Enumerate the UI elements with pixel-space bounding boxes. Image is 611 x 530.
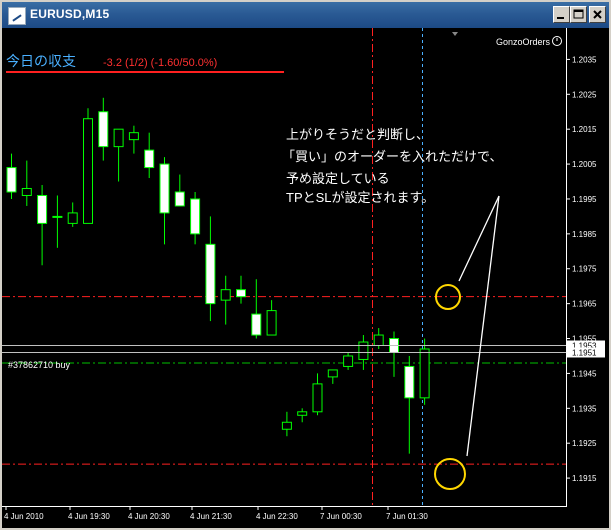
terminal-window: EURUSD,M15 1.2035 1.2025 1.2015 1.2005 1.199… xyxy=(0,0,611,530)
candle[interactable] xyxy=(251,279,262,339)
candle[interactable] xyxy=(21,160,32,206)
candle[interactable] xyxy=(419,338,430,405)
x-tick-label: 7 Jun 01:30 xyxy=(386,512,428,521)
candle-body-bearish xyxy=(144,149,155,169)
candle-body-bullish xyxy=(266,310,277,336)
chart-window-icon xyxy=(8,7,26,25)
candle[interactable] xyxy=(327,369,338,384)
callout-pointer-tp xyxy=(458,195,500,282)
x-tick-label: 4 Jun 19:30 xyxy=(68,512,110,521)
candle-body-bearish xyxy=(159,163,170,214)
y-tick-label: 1.2005 xyxy=(572,160,597,169)
candle[interactable] xyxy=(174,174,185,207)
x-tick-label: 4 Jun 20:30 xyxy=(128,512,170,521)
candle-body-bearish xyxy=(205,243,216,305)
candle-body-bearish xyxy=(98,111,109,148)
candle[interactable] xyxy=(144,132,155,179)
callout-pointer-sl xyxy=(466,195,500,457)
y-tick-label: 1.1975 xyxy=(572,265,597,274)
candle-body-bullish xyxy=(373,334,384,347)
candle-body-bullish xyxy=(419,348,430,399)
order-label[interactable]: #37862710 buy xyxy=(8,360,71,370)
candle[interactable] xyxy=(128,125,139,154)
window-title: EURUSD,M15 xyxy=(30,7,110,21)
candle[interactable] xyxy=(98,97,109,161)
candle-body-bullish xyxy=(220,289,231,301)
candle[interactable] xyxy=(205,216,216,322)
candle[interactable] xyxy=(312,373,323,416)
close-icon xyxy=(593,10,602,19)
indicator-label: GonzoOrders xyxy=(496,37,551,47)
y-tick-label: 1.1985 xyxy=(572,230,597,239)
candle-body-bullish xyxy=(67,212,78,224)
candle[interactable] xyxy=(6,153,17,199)
shift-marker-icon[interactable] xyxy=(452,32,458,36)
close-button[interactable] xyxy=(589,6,606,23)
pnl-label: 今日の収支 xyxy=(6,53,76,69)
candle-body-bearish xyxy=(6,167,17,193)
y-tick-label: 1.1915 xyxy=(572,474,597,483)
candle-body-bullish xyxy=(83,118,93,224)
x-tick-label: 4 Jun 22:30 xyxy=(256,512,298,521)
candle-body-bearish xyxy=(190,198,201,235)
current-price-label: 1.1951 xyxy=(572,348,597,357)
candle[interactable] xyxy=(389,331,399,377)
annotation-line-4: TPとSLが設定されます。 xyxy=(286,190,434,205)
candle-body-bullish xyxy=(327,369,338,378)
candle[interactable] xyxy=(52,195,63,248)
x-tick-label: 4 Jun 21:30 xyxy=(190,512,232,521)
y-tick-label: 1.1945 xyxy=(572,369,597,378)
candle[interactable] xyxy=(67,202,78,227)
minimize-icon xyxy=(557,17,564,19)
annotation-line-1: 上がりそうだと判断し、 xyxy=(286,127,429,142)
maximize-button[interactable] xyxy=(570,6,587,23)
candle[interactable] xyxy=(281,411,292,437)
annotation-line-3: 予め設定している xyxy=(286,171,390,186)
candle[interactable] xyxy=(297,408,308,423)
candle-body-bullish xyxy=(52,215,63,218)
y-tick-label: 1.2025 xyxy=(572,90,597,99)
candle[interactable] xyxy=(404,355,415,454)
candle[interactable] xyxy=(83,108,93,224)
candle-body-bullish xyxy=(312,383,323,413)
candle[interactable] xyxy=(220,275,231,325)
title-bar[interactable]: EURUSD,M15 xyxy=(2,2,609,28)
maximize-icon xyxy=(573,9,584,19)
pnl-value: -3.2 (1/2) (-1.60/50.0%) xyxy=(103,57,217,69)
candle-body-bullish xyxy=(358,341,369,360)
annotation-callout: 上がりそうだと判断し、 「買い」のオーダーを入れただけで、 予め設定している T… xyxy=(282,127,502,490)
candle-body-bearish xyxy=(174,191,185,207)
candle-body-bullish xyxy=(128,132,139,141)
candle[interactable] xyxy=(190,191,201,245)
candle-body-bullish xyxy=(281,421,292,430)
y-tick-label: 1.1935 xyxy=(572,404,597,413)
candle[interactable] xyxy=(37,185,48,266)
candle[interactable] xyxy=(236,275,246,304)
annotation-line-2: 「買い」のオーダーを入れただけで、 xyxy=(282,149,502,164)
candle[interactable] xyxy=(266,300,277,336)
y-tick-label: 1.1925 xyxy=(572,439,597,448)
chart-area[interactable]: 1.2035 1.2025 1.2015 1.2005 1.1995 1.1985 1.19… xyxy=(2,28,609,528)
price-chart[interactable]: 1.2035 1.2025 1.2015 1.2005 1.1995 1.1985 1.19… xyxy=(2,28,609,528)
candle-body-bullish xyxy=(297,411,308,416)
candle-body-bearish xyxy=(404,365,415,399)
y-tick-label: 1.1995 xyxy=(572,195,597,204)
minimize-button[interactable] xyxy=(553,6,570,23)
candle-body-bearish xyxy=(37,194,48,224)
x-tick-label: 4 Jun 2010 xyxy=(4,512,44,521)
candle[interactable] xyxy=(343,352,354,370)
y-tick-label: 1.2035 xyxy=(572,55,597,64)
candle-body-bullish xyxy=(21,187,32,196)
candle-body-bearish xyxy=(251,313,262,336)
y-tick-label: 1.1965 xyxy=(572,300,597,309)
x-tick-label: 7 Jun 00:30 xyxy=(320,512,362,521)
sl-highlight-circle xyxy=(434,458,466,490)
candle[interactable] xyxy=(113,128,124,182)
candle-body-bullish xyxy=(343,355,354,367)
candle[interactable] xyxy=(159,157,170,245)
y-tick-label: 1.2015 xyxy=(572,125,597,134)
candle-body-bearish xyxy=(236,289,246,298)
candle-body-bullish xyxy=(113,128,124,148)
